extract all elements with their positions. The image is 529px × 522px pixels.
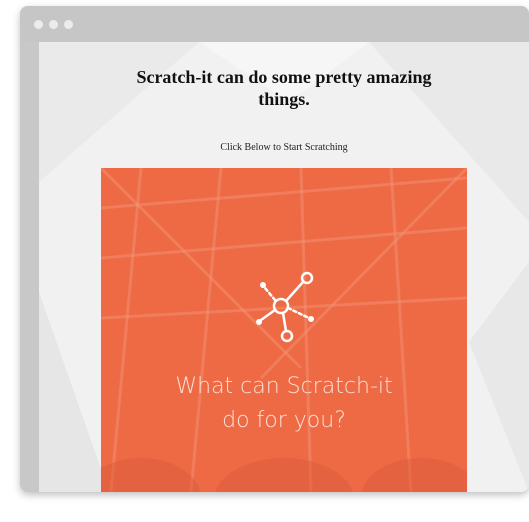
window-control-dot[interactable]	[64, 20, 73, 29]
card-headline-line: What can Scratch-it	[175, 374, 393, 399]
window-titlebar	[20, 6, 529, 42]
card-headline: What can Scratch-it do for you?	[101, 370, 467, 438]
instruction-text: Click Below to Start Scratching	[220, 142, 348, 153]
window-control-dot[interactable]	[34, 20, 43, 29]
page-content: Scratch-it can do some pretty amazing th…	[39, 42, 529, 492]
page-title: Scratch-it can do some pretty amazing th…	[136, 67, 432, 109]
network-nodes-icon	[256, 271, 314, 343]
window-control-dot[interactable]	[49, 20, 58, 29]
card-headline-line: do for you?	[222, 408, 346, 433]
browser-window: Scratch-it can do some pretty amazing th…	[20, 6, 529, 492]
scratch-card[interactable]: What can Scratch-it do for you?	[101, 168, 467, 492]
